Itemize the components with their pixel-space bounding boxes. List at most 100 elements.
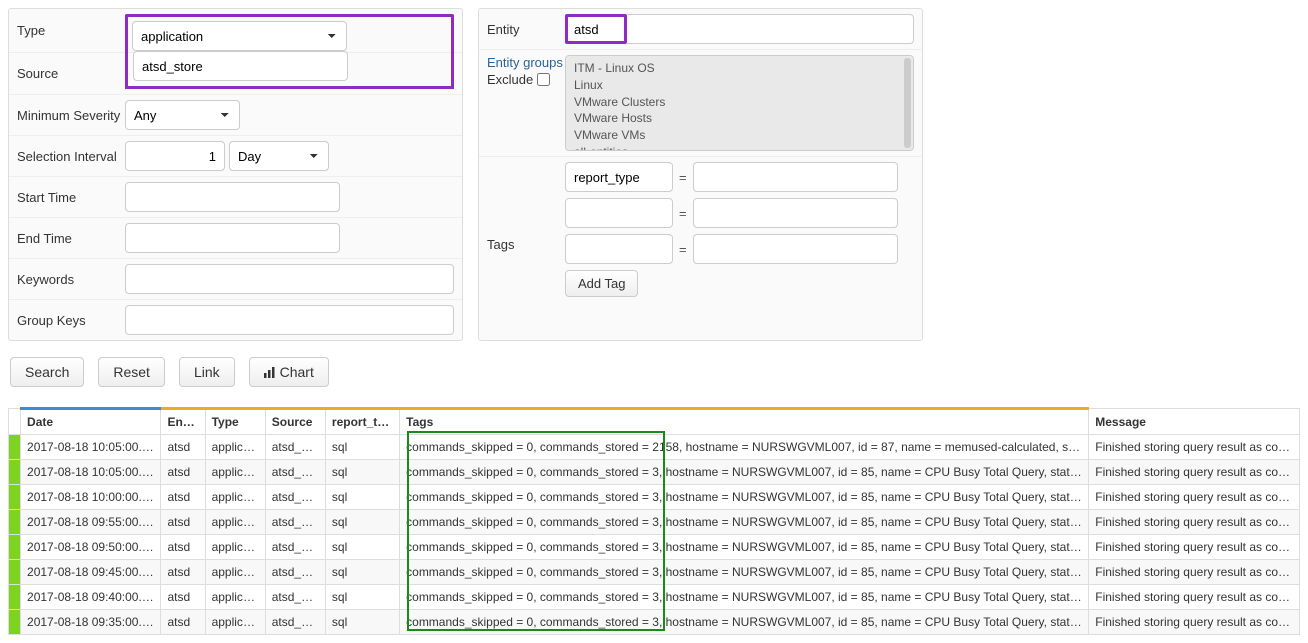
label-severity: Minimum Severity [17, 108, 125, 123]
cell-report-type: sql [325, 585, 399, 610]
table-row[interactable]: 2017-08-18 09:35:00.032atsdapplicationat… [9, 610, 1300, 635]
cell-source: atsd_store [265, 560, 325, 585]
start-time-input[interactable] [125, 182, 340, 212]
entity-group-option[interactable]: VMware Clusters [574, 94, 905, 111]
cell-type: application [205, 485, 265, 510]
cell-source: atsd_store [265, 460, 325, 485]
cell-tags: commands_skipped = 0, commands_stored = … [400, 485, 1089, 510]
cell-date: 2017-08-18 09:55:00.036 [21, 510, 161, 535]
row-tags: Tags === Add Tag [479, 157, 922, 302]
cell-message: Finished storing query result as command… [1089, 485, 1300, 510]
cell-source: atsd_store [265, 585, 325, 610]
cell-report-type: sql [325, 560, 399, 585]
cell-report-type: sql [325, 535, 399, 560]
row-interval: Selection Interval Day [9, 136, 462, 177]
label-type: Type [17, 23, 125, 38]
row-keywords: Keywords [9, 259, 462, 300]
th-type[interactable]: Type [205, 409, 265, 435]
source-input[interactable] [133, 51, 348, 81]
type-select[interactable]: application [132, 21, 347, 51]
cell-message: Finished storing query result as command… [1089, 610, 1300, 635]
tag-key-input[interactable] [565, 234, 673, 264]
label-groupkeys: Group Keys [17, 313, 125, 328]
add-tag-button[interactable]: Add Tag [565, 270, 638, 297]
filter-panel-left: Type application Source .panel-left .row… [8, 8, 463, 341]
cell-entity: atsd [161, 585, 205, 610]
cell-message: Finished storing query result as command… [1089, 435, 1300, 460]
table-header-row: Date Entity Type Source report_type Tags… [9, 409, 1300, 435]
interval-count-input[interactable] [125, 141, 225, 171]
status-cell [9, 535, 21, 560]
label-entity-groups-wrap: Entity groups Exclude [487, 55, 565, 87]
cell-tags: commands_skipped = 0, commands_stored = … [400, 610, 1089, 635]
cell-entity: atsd [161, 510, 205, 535]
table-row[interactable]: 2017-08-18 10:05:00.051atsdapplicationat… [9, 460, 1300, 485]
bar-chart-icon [264, 366, 276, 378]
tag-value-input[interactable] [693, 198, 898, 228]
th-date[interactable]: Date [21, 409, 161, 435]
equals-sign: = [679, 242, 687, 257]
th-report-type[interactable]: report_type [325, 409, 399, 435]
cell-type: application [205, 560, 265, 585]
row-end: End Time [9, 218, 462, 259]
cell-date: 2017-08-18 10:00:00.035 [21, 485, 161, 510]
th-status[interactable] [9, 409, 21, 435]
label-keywords: Keywords [17, 272, 125, 287]
entity-group-option[interactable]: Linux [574, 77, 905, 94]
status-cell [9, 560, 21, 585]
cell-date: 2017-08-18 09:45:00.047 [21, 560, 161, 585]
cell-tags: commands_skipped = 0, commands_stored = … [400, 585, 1089, 610]
search-button[interactable]: Search [10, 357, 84, 387]
link-button[interactable]: Link [179, 357, 235, 387]
keywords-input[interactable] [125, 264, 454, 294]
scrollbar[interactable] [904, 58, 911, 148]
status-cell [9, 485, 21, 510]
end-time-input[interactable] [125, 223, 340, 253]
chart-button[interactable]: Chart [249, 357, 329, 387]
severity-select[interactable]: Any [125, 100, 240, 130]
entity-group-option[interactable]: all-entities [574, 144, 905, 151]
th-entity[interactable]: Entity [161, 409, 205, 435]
label-entity: Entity [487, 22, 565, 37]
entity-group-option[interactable]: ITM - Linux OS [574, 60, 905, 77]
entity-groups-listbox[interactable]: ITM - Linux OSLinuxVMware ClustersVMware… [565, 55, 914, 151]
table-row[interactable]: 2017-08-18 10:00:00.035atsdapplicationat… [9, 485, 1300, 510]
label-exclude: Exclude [487, 72, 533, 87]
table-row[interactable]: 2017-08-18 09:40:00.027atsdapplicationat… [9, 585, 1300, 610]
groupkeys-input[interactable] [125, 305, 454, 335]
th-source[interactable]: Source [265, 409, 325, 435]
entity-input[interactable] [627, 14, 914, 44]
tag-row: = [565, 162, 914, 192]
tag-key-input[interactable] [565, 198, 673, 228]
row-type: Type application [9, 9, 462, 53]
label-interval: Selection Interval [17, 149, 125, 164]
entity-group-option[interactable]: VMware Hosts [574, 110, 905, 127]
tag-row: = [565, 234, 914, 264]
tag-row: = [565, 198, 914, 228]
filter-panel-right: Entity Entity groups Exclude ITM - Linux… [478, 8, 923, 341]
th-tags[interactable]: Tags [400, 409, 1089, 435]
cell-source: atsd_store [265, 610, 325, 635]
cell-message: Finished storing query result as command… [1089, 510, 1300, 535]
status-cell [9, 585, 21, 610]
entity-group-option[interactable]: VMware VMs [574, 127, 905, 144]
tag-value-input[interactable] [693, 234, 898, 264]
interval-unit-select[interactable]: Day [229, 141, 329, 171]
cell-entity: atsd [161, 485, 205, 510]
exclude-checkbox[interactable] [537, 73, 550, 86]
highlight-entity [565, 14, 627, 44]
entity-input-highlighted[interactable] [570, 17, 622, 41]
results-wrapper: Date Entity Type Source report_type Tags… [8, 407, 1300, 635]
table-row[interactable]: 2017-08-18 10:05:00.373atsdapplicationat… [9, 435, 1300, 460]
th-message[interactable]: Message [1089, 409, 1300, 435]
table-row[interactable]: 2017-08-18 09:55:00.036atsdapplicationat… [9, 510, 1300, 535]
row-source: Source [9, 52, 462, 95]
tag-value-input[interactable] [693, 162, 898, 192]
row-entity-groups: Entity groups Exclude ITM - Linux OSLinu… [479, 50, 922, 157]
tag-key-input[interactable] [565, 162, 673, 192]
reset-button[interactable]: Reset [98, 357, 165, 387]
entity-groups-link[interactable]: Entity groups [487, 55, 565, 70]
table-row[interactable]: 2017-08-18 09:45:00.047atsdapplicationat… [9, 560, 1300, 585]
status-cell [9, 510, 21, 535]
table-row[interactable]: 2017-08-18 09:50:00.035atsdapplicationat… [9, 535, 1300, 560]
